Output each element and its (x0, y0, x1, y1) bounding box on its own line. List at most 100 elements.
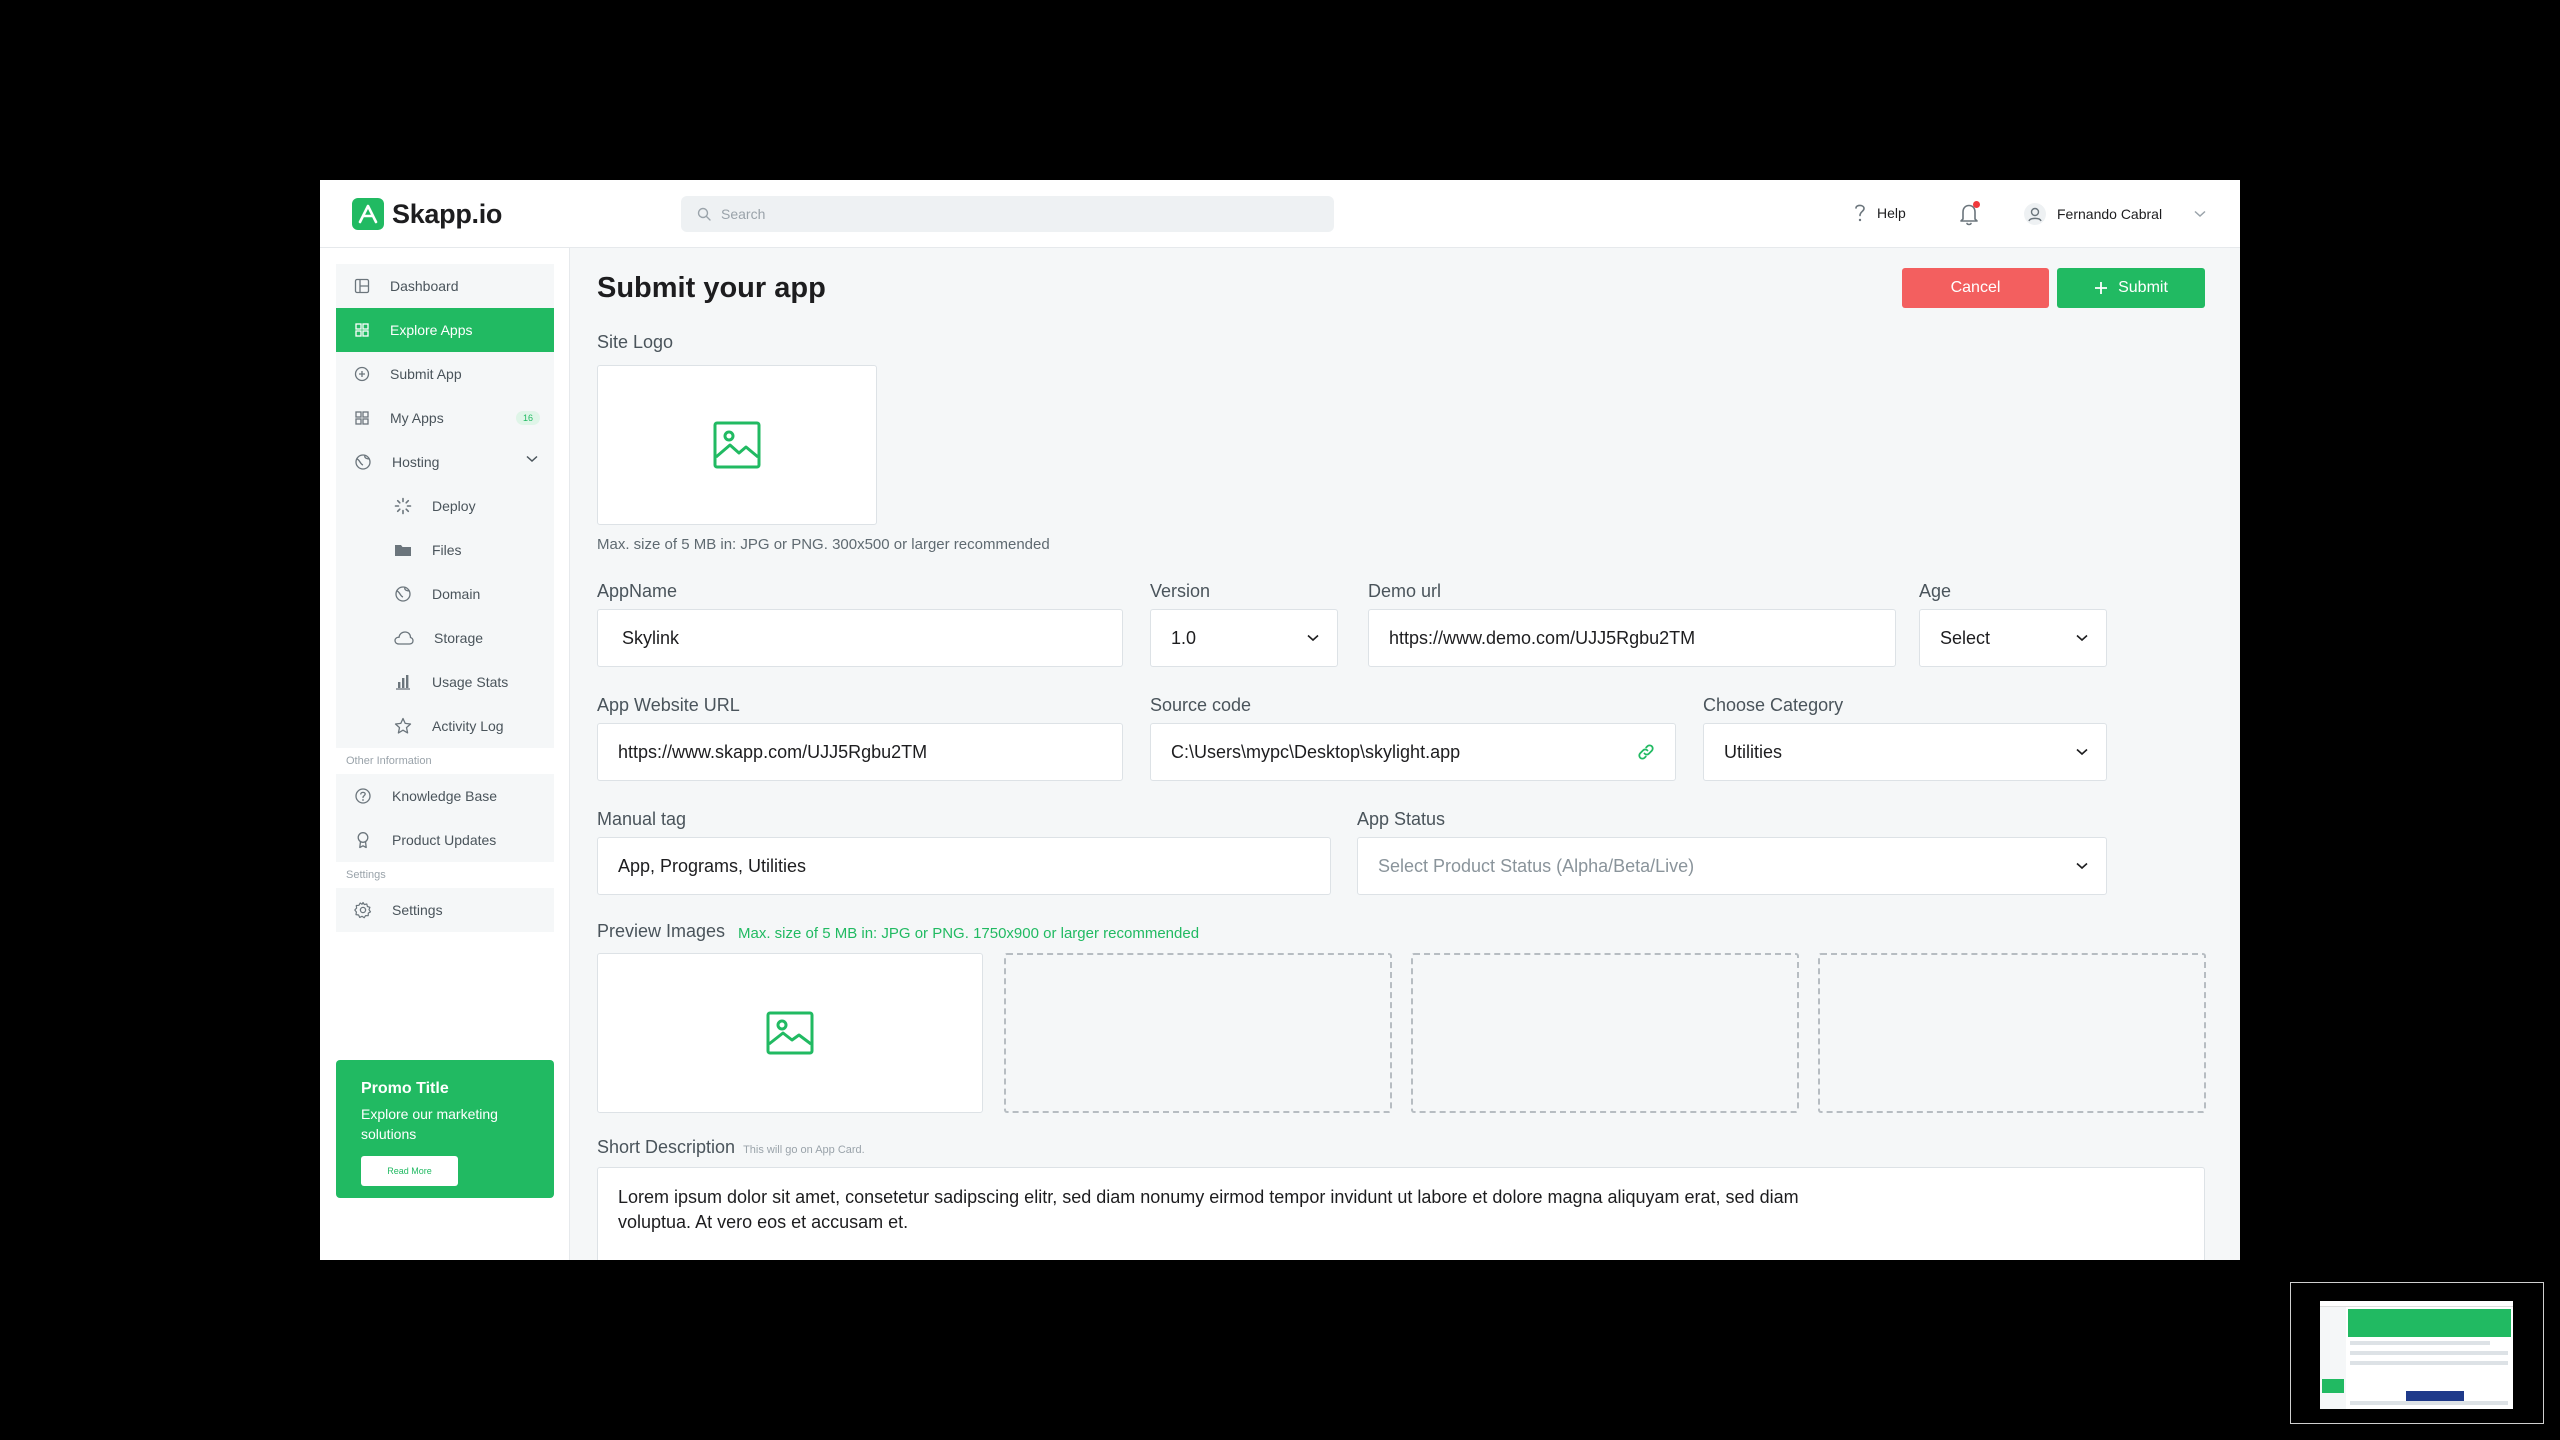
help-link[interactable]: Help (1853, 202, 1906, 224)
dashboard-icon (354, 278, 370, 294)
chevron-down-icon (1307, 634, 1319, 642)
question-icon (1855, 204, 1865, 222)
website-url-input[interactable] (618, 741, 1104, 763)
cancel-button[interactable]: Cancel (1902, 268, 2049, 308)
search-bar[interactable] (681, 196, 1334, 232)
preview-image-slot-3[interactable] (1411, 953, 1799, 1113)
app-name-input[interactable] (622, 627, 1104, 649)
chevron-down-icon (2076, 748, 2088, 756)
sidebar-item-knowledge-base[interactable]: Knowledge Base (336, 774, 554, 818)
site-logo-label: Site Logo (597, 332, 674, 352)
star-icon (394, 717, 412, 734)
image-placeholder-icon (713, 421, 761, 469)
search-input[interactable] (719, 205, 1299, 223)
sidebar-item-label: My Apps (390, 410, 444, 426)
sidebar-item-label: Hosting (392, 454, 440, 470)
image-placeholder-icon (766, 1011, 814, 1055)
app-name-field[interactable] (597, 609, 1123, 667)
sidebar-item-label: Dashboard (390, 278, 459, 294)
promo-text: Explore our marketing solutions (361, 1106, 498, 1142)
website-url-field[interactable] (597, 723, 1123, 781)
sidebar-item-label: Knowledge Base (392, 788, 498, 804)
app-name-label: AppName (597, 581, 678, 601)
sidebar-item-label: Usage Stats (432, 674, 509, 690)
cancel-label: Cancel (1950, 279, 2001, 296)
category-select[interactable]: Utilities (1703, 723, 2107, 781)
demo-url-label: Demo url (1368, 581, 1442, 601)
site-logo-upload[interactable] (597, 365, 877, 525)
sidebar: Dashboard Explore Apps Submit App My App… (320, 248, 570, 1260)
sidebar-item-label: Submit App (390, 366, 462, 382)
sidebar-item-product-updates[interactable]: Product Updates (336, 818, 554, 862)
award-icon (357, 832, 369, 849)
demo-url-input[interactable] (1389, 627, 1877, 649)
section-label-other: Other Information (336, 748, 554, 774)
read-more-button[interactable]: Read More (361, 1156, 458, 1186)
app-status-placeholder: Select Product Status (Alpha/Beta/Live) (1378, 855, 1695, 876)
version-select[interactable]: 1.0 (1150, 609, 1338, 667)
short-description-textarea[interactable]: Lorem ipsum dolor sit amet, consetetur s… (597, 1167, 2205, 1260)
notifications-button[interactable] (1955, 200, 1983, 228)
manual-tag-field[interactable] (597, 837, 1331, 895)
sidebar-item-settings[interactable]: Settings (336, 888, 554, 932)
sidebar-item-usage-stats[interactable]: Usage Stats (336, 660, 554, 704)
chevron-down-icon (2076, 634, 2088, 642)
sidebar-item-my-apps[interactable]: My Apps 16 (336, 396, 554, 440)
help-label: Help (1877, 205, 1906, 221)
bar-chart-icon (396, 675, 410, 690)
main-content: Submit your app Cancel Submit Site Logo … (570, 248, 2240, 1260)
hosting-icon (355, 454, 371, 470)
version-label: Version (1150, 581, 1211, 601)
demo-url-field[interactable] (1368, 609, 1896, 667)
search-icon (697, 207, 711, 221)
promo-card: Promo Title Explore our marketing soluti… (336, 1060, 554, 1198)
submit-label: Submit (2118, 279, 2168, 296)
brand-name: Skapp.io (392, 198, 503, 229)
user-menu[interactable]: Fernando Cabral (2023, 202, 2206, 226)
page-title: Submit your app (597, 272, 826, 304)
sidebar-item-submit-app[interactable]: Submit App (336, 352, 554, 396)
sidebar-item-files[interactable]: Files (336, 528, 554, 572)
sidebar-item-dashboard[interactable]: Dashboard (336, 264, 554, 308)
brand[interactable]: Skapp.io (352, 198, 502, 230)
sidebar-item-label: Product Updates (392, 832, 497, 848)
site-logo-hint: Max. size of 5 MB in: JPG or PNG. 300x50… (597, 536, 1050, 553)
preview-image-slot-4[interactable] (1818, 953, 2206, 1113)
chevron-down-icon (2076, 862, 2088, 870)
app-status-select[interactable]: Select Product Status (Alpha/Beta/Live) (1357, 837, 2107, 895)
promo-title: Promo Title (361, 1080, 449, 1097)
main-nav: Dashboard Explore Apps Submit App My App… (336, 264, 554, 932)
age-select[interactable]: Select (1919, 609, 2107, 667)
age-value: Select (1940, 627, 1991, 648)
sidebar-item-domain[interactable]: Domain (336, 572, 554, 616)
skapp-logo-icon (352, 198, 384, 230)
deploy-icon (394, 497, 412, 515)
section-label-settings: Settings (336, 862, 554, 888)
version-value: 1.0 (1171, 627, 1197, 648)
sidebar-item-label: Storage (434, 630, 484, 646)
chevron-down-icon (526, 455, 538, 463)
user-name: Fernando Cabral (2057, 206, 2163, 222)
plus-circle-icon (354, 366, 370, 382)
submit-button[interactable]: Submit (2057, 268, 2205, 308)
category-label: Choose Category (1703, 695, 1844, 715)
preview-image-slot-2[interactable] (1004, 953, 1392, 1113)
sidebar-item-explore-apps[interactable]: Explore Apps (336, 308, 554, 352)
preview-image-slot-1[interactable] (597, 953, 983, 1113)
minimap-thumbnail (2320, 1301, 2513, 1409)
sidebar-item-deploy[interactable]: Deploy (336, 484, 554, 528)
folder-icon (395, 545, 411, 556)
apps-icon (355, 411, 369, 425)
globe-icon (395, 586, 411, 602)
sidebar-item-label: Activity Log (432, 718, 504, 734)
link-icon[interactable] (1635, 741, 1657, 763)
sidebar-item-hosting[interactable]: Hosting (336, 440, 554, 484)
short-description-value: Lorem ipsum dolor sit amet, consetetur s… (618, 1187, 1799, 1232)
sidebar-item-storage[interactable]: Storage (336, 616, 554, 660)
manual-tag-input[interactable] (618, 855, 1312, 877)
source-code-field[interactable]: C:\Users\mypc\Desktop\skylight.app (1150, 723, 1676, 781)
source-code-value: C:\Users\mypc\Desktop\skylight.app (1171, 741, 1461, 762)
minimap-preview[interactable] (2290, 1282, 2544, 1424)
short-description-label: Short Description This will go on App Car… (597, 1137, 865, 1158)
sidebar-item-activity-log[interactable]: Activity Log (336, 704, 554, 748)
